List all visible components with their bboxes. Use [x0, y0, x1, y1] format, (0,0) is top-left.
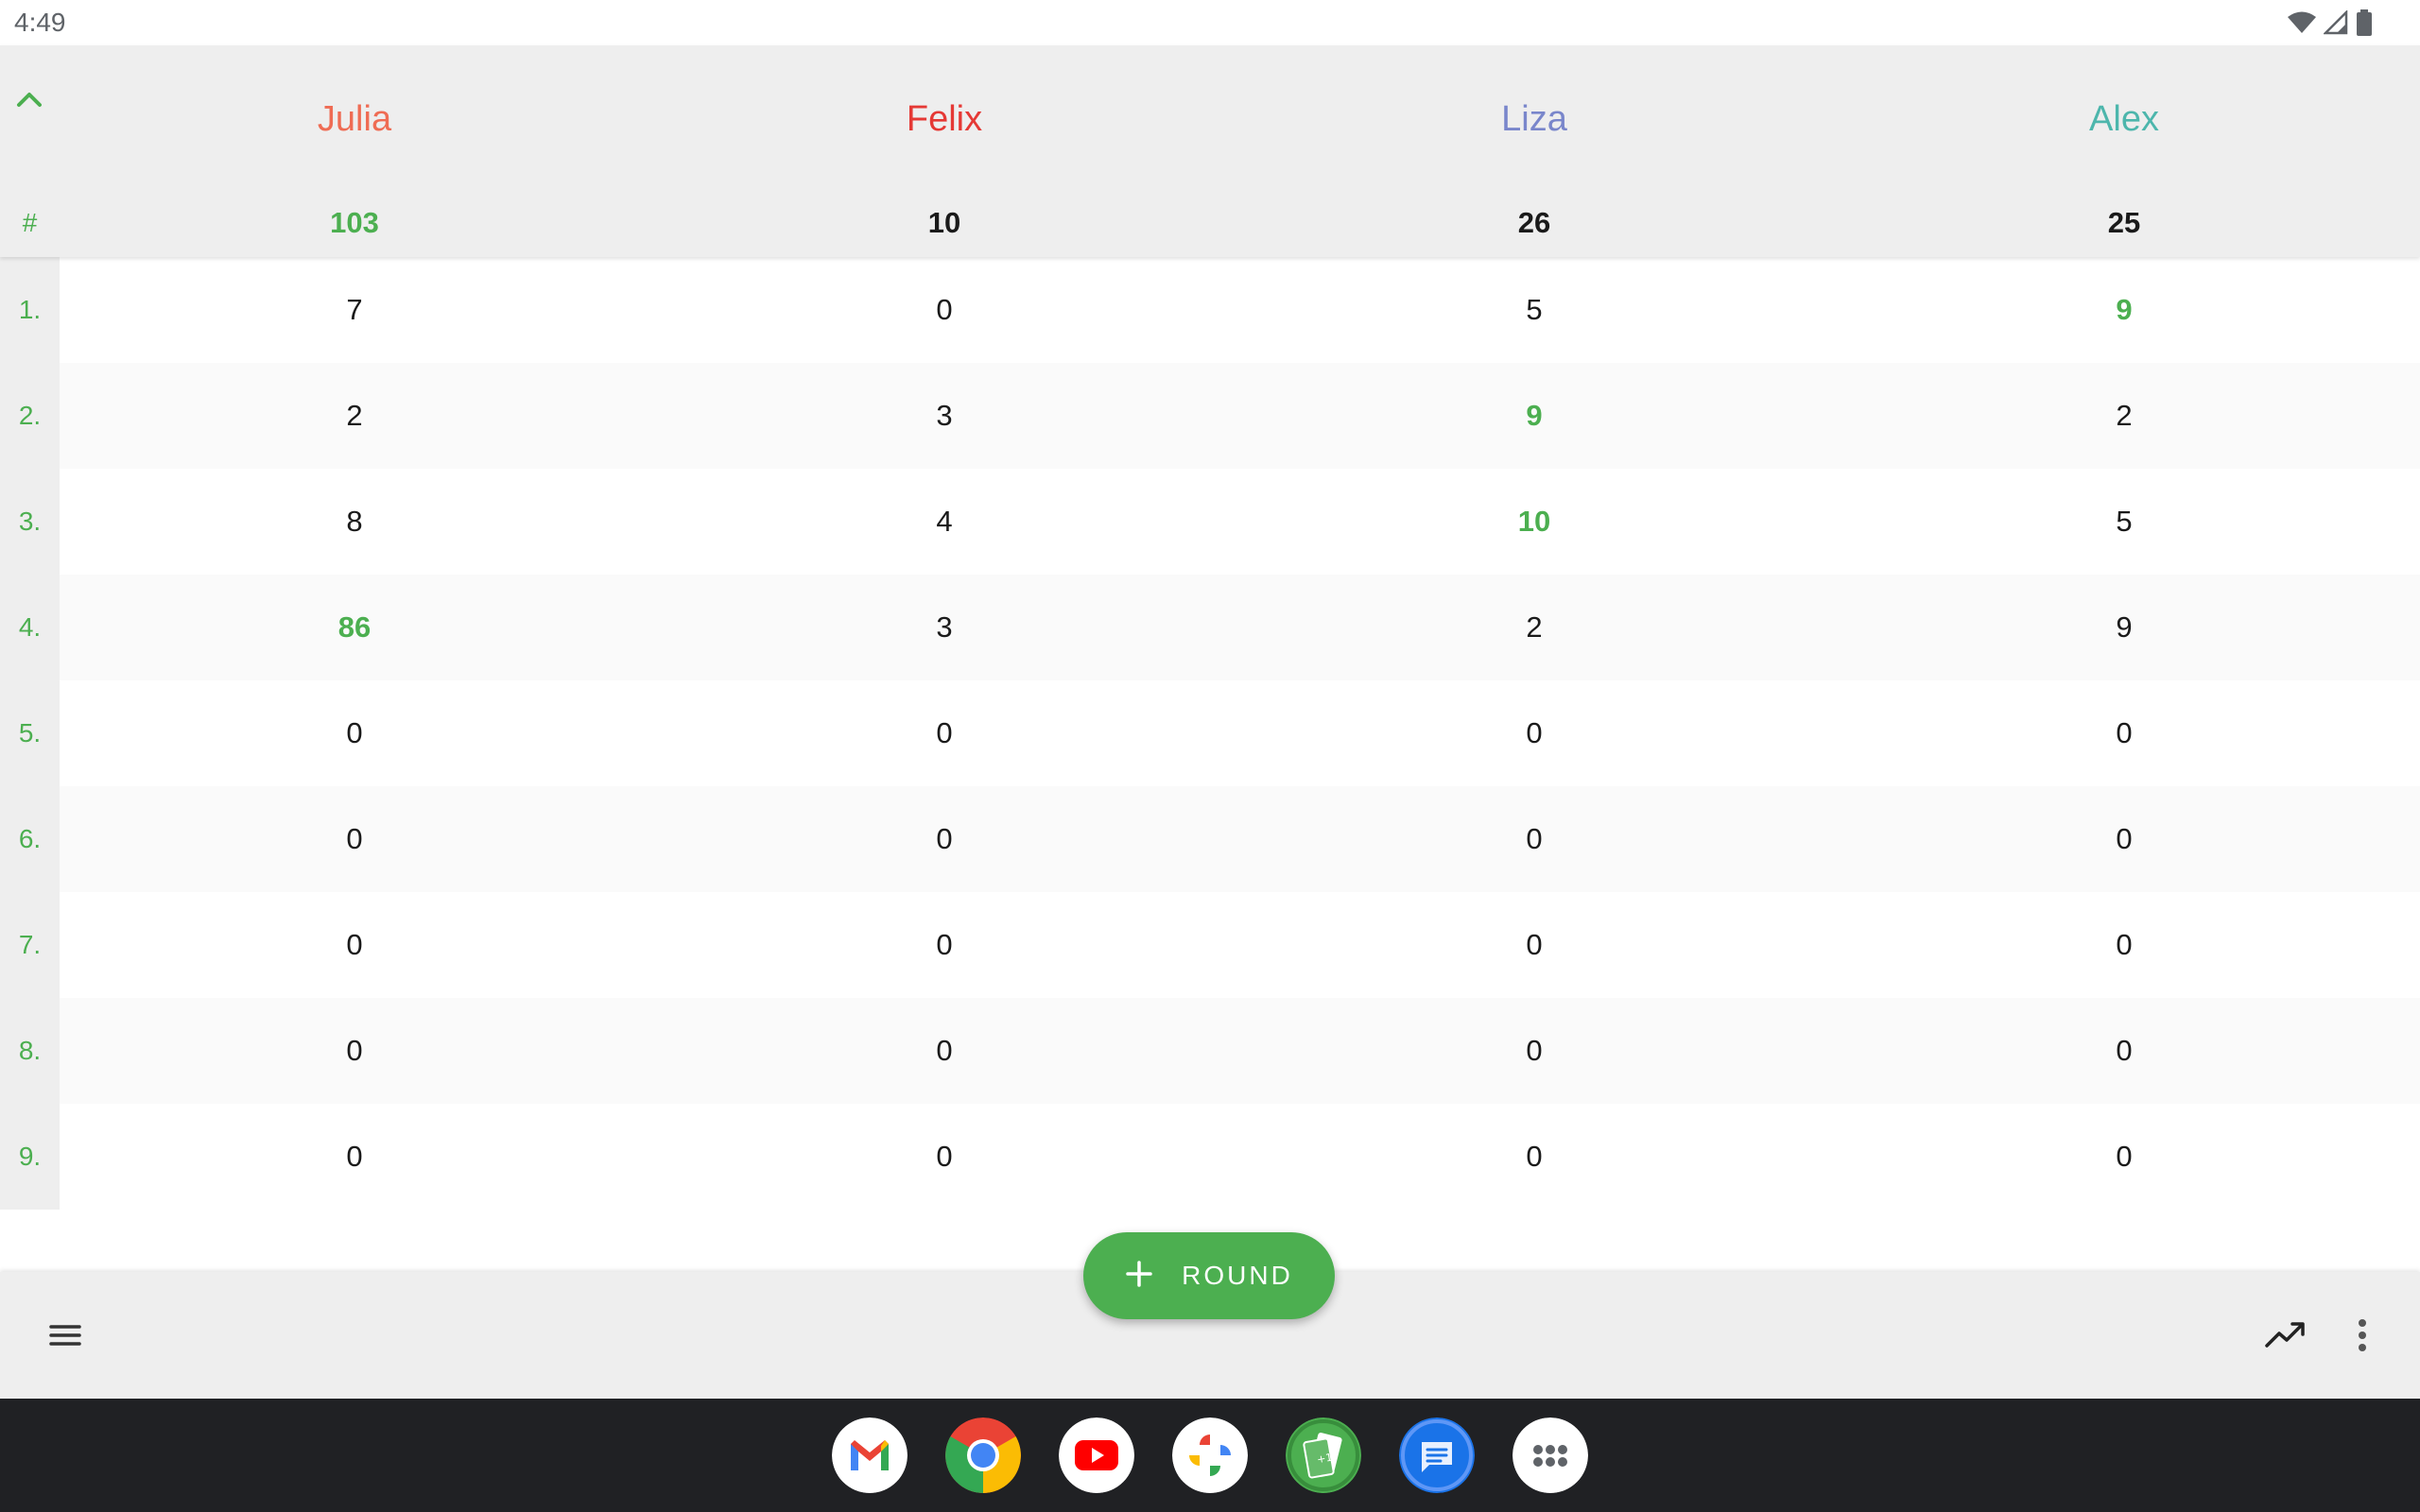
score-cell[interactable]: 8 — [213, 505, 496, 539]
round-row[interactable]: 3. 8 4 10 5 — [0, 469, 2420, 575]
screen: 4:49 Julia Felix Liza Alex # 103 10 26 2 — [0, 0, 2420, 1512]
score-cell[interactable]: 0 — [803, 1034, 1086, 1068]
round-row[interactable]: 6. 0 0 0 0 — [0, 786, 2420, 892]
round-number: 1. — [18, 295, 42, 324]
menu-button[interactable] — [42, 1312, 89, 1359]
score-counter-app[interactable]: +1 — [1286, 1418, 1361, 1493]
chrome-app[interactable] — [945, 1418, 1021, 1493]
add-round-label: ROUND — [1182, 1261, 1293, 1290]
score-cell[interactable]: 0 — [213, 716, 496, 750]
score-cell[interactable]: 0 — [1392, 928, 1676, 962]
app-drawer-icon — [1512, 1418, 1588, 1493]
chart-button[interactable] — [2259, 1310, 2310, 1361]
round-number: 2. — [18, 401, 42, 430]
round-row[interactable]: 1. 7 0 5 9 — [0, 257, 2420, 363]
score-cell[interactable]: 0 — [803, 822, 1086, 856]
round-number: 7. — [18, 930, 42, 959]
round-number: 4. — [18, 612, 42, 642]
score-cell[interactable]: 2 — [1982, 399, 2266, 433]
round-number: 6. — [18, 824, 42, 853]
score-cell[interactable]: 4 — [803, 505, 1086, 539]
round-number: 9. — [18, 1142, 42, 1171]
status-icons — [2288, 9, 2373, 36]
collapse-button[interactable] — [11, 83, 47, 119]
score-cell[interactable]: 0 — [803, 928, 1086, 962]
photos-app[interactable] — [1172, 1418, 1248, 1493]
score-cell[interactable]: 0 — [803, 716, 1086, 750]
score-cell[interactable]: 0 — [213, 1034, 496, 1068]
score-cell[interactable]: 0 — [1982, 822, 2266, 856]
round-row[interactable]: 4. 86 3 2 9 — [0, 575, 2420, 680]
wifi-icon — [2288, 11, 2316, 34]
score-cell[interactable]: 9 — [1982, 610, 2266, 644]
score-cell[interactable]: 0 — [1982, 928, 2266, 962]
score-cell[interactable]: 9 — [1982, 293, 2266, 327]
round-number: 3. — [18, 507, 42, 536]
plus-icon — [1125, 1260, 1153, 1293]
score-cell[interactable]: 7 — [213, 293, 496, 327]
photos-icon — [1172, 1418, 1248, 1493]
score-cell[interactable]: 10 — [1392, 505, 1676, 539]
signal-icon — [2324, 10, 2348, 35]
rounds-list: 1. 7 0 5 9 2. 2 3 9 2 3. 8 4 10 5 4. 86 3 2 9 5. 0 0 0 0 6. 0 0 0 0 7.… — [0, 257, 2420, 1210]
chrome-icon — [945, 1418, 1021, 1493]
add-round-button[interactable]: ROUND — [1083, 1232, 1335, 1319]
player-name-felix[interactable]: Felix — [755, 93, 1133, 146]
total-score: 25 — [2107, 206, 2141, 239]
score-cell[interactable]: 0 — [1392, 716, 1676, 750]
chart-icon — [2259, 1322, 2310, 1365]
battery-icon — [2356, 9, 2373, 36]
status-time: 4:49 — [14, 8, 66, 37]
score-cell[interactable]: 0 — [213, 822, 496, 856]
score-cell[interactable]: 0 — [1982, 716, 2266, 750]
score-cell[interactable]: 2 — [1392, 610, 1676, 644]
score-cell[interactable]: 86 — [213, 610, 496, 644]
score-cell[interactable]: 0 — [213, 928, 496, 962]
more-options-button[interactable] — [2348, 1310, 2377, 1361]
round-row[interactable]: 7. 0 0 0 0 — [0, 892, 2420, 998]
gmail-app[interactable] — [832, 1418, 908, 1493]
score-cell[interactable]: 0 — [1392, 1140, 1676, 1174]
player-name-alex[interactable]: Alex — [1935, 93, 2313, 146]
score-cell[interactable]: 0 — [1392, 1034, 1676, 1068]
more-vert-icon — [2348, 1319, 2377, 1365]
score-cell[interactable]: 5 — [1392, 293, 1676, 327]
score-cell[interactable]: 3 — [803, 610, 1086, 644]
total-score: 26 — [1517, 206, 1551, 239]
chevron-up-icon — [16, 91, 43, 112]
score-cell[interactable]: 0 — [803, 293, 1086, 327]
score-cell[interactable]: 5 — [1982, 505, 2266, 539]
youtube-icon — [1059, 1418, 1134, 1493]
round-number: 5. — [18, 718, 42, 747]
score-cell[interactable]: 9 — [1392, 399, 1676, 433]
total-score: 10 — [927, 206, 961, 239]
round-number: 8. — [18, 1036, 42, 1065]
messages-icon — [1399, 1418, 1475, 1493]
total-score: 103 — [330, 206, 379, 239]
player-name-julia[interactable]: Julia — [165, 93, 544, 146]
round-row[interactable]: 2. 2 3 9 2 — [0, 363, 2420, 469]
score-header: Julia Felix Liza Alex # 103 10 26 25 — [0, 45, 2420, 257]
messages-app[interactable] — [1399, 1418, 1475, 1493]
score-cell[interactable]: 3 — [803, 399, 1086, 433]
menu-icon — [42, 1325, 89, 1363]
app-drawer[interactable] — [1512, 1418, 1588, 1493]
youtube-app[interactable] — [1059, 1418, 1134, 1493]
score-cell[interactable]: 0 — [1392, 822, 1676, 856]
status-bar: 4:49 — [0, 0, 2420, 45]
round-row[interactable]: 8. 0 0 0 0 — [0, 998, 2420, 1104]
score-cell[interactable]: 0 — [803, 1140, 1086, 1174]
round-row[interactable]: 5. 0 0 0 0 — [0, 680, 2420, 786]
score-counter-icon: +1 — [1286, 1418, 1361, 1493]
svg-text:+1: +1 — [1316, 1452, 1333, 1467]
app-dock: +1 — [0, 1399, 2420, 1512]
totals-label: # — [22, 208, 38, 237]
score-cell[interactable]: 0 — [1982, 1140, 2266, 1174]
player-name-liza[interactable]: Liza — [1345, 93, 1723, 146]
score-cell[interactable]: 0 — [1982, 1034, 2266, 1068]
round-row[interactable]: 9. 0 0 0 0 — [0, 1104, 2420, 1210]
score-cell[interactable]: 2 — [213, 399, 496, 433]
score-cell[interactable]: 0 — [213, 1140, 496, 1174]
gmail-icon — [832, 1418, 908, 1493]
